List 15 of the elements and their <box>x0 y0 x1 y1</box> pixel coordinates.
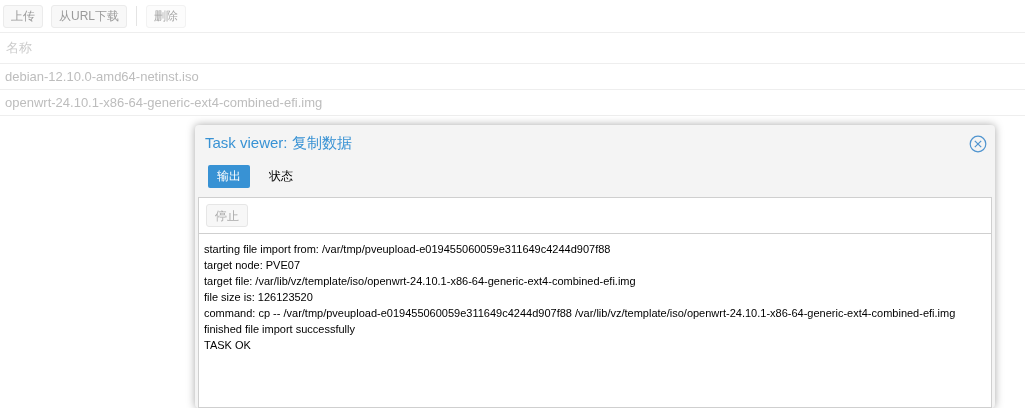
log-line: target node: PVE07 <box>204 258 300 273</box>
toolbar-button[interactable]: 从URL下载 <box>51 4 127 28</box>
tab[interactable]: 输出 <box>208 164 250 188</box>
file-name[interactable]: debian-12.10.0-amd64-netinst.iso <box>5 66 199 87</box>
dialog-title: Task viewer: 复制数据 <box>205 133 352 154</box>
file-name[interactable]: openwrt-24.10.1-x86-64-generic-ext4-combined-efi.img <box>5 92 323 113</box>
tab[interactable]: 状态 <box>260 164 302 188</box>
log-line: starting file import from: /var/tmp/pveupload-e019455060059e311649c4244d907f88 <box>204 242 611 257</box>
log-line: file size is: 126123520 <box>204 290 313 305</box>
toolbar-button[interactable]: 上传 <box>3 4 43 28</box>
log-line: command: cp -- /var/tmp/pveupload-e019455060059e311649c4244d907f88 /var/lib/vz/template/iso/openwrt-24.10.1-x86-64-generic-ext4-combined-efi.img <box>204 306 956 321</box>
log-line: finished file import successfully <box>204 322 355 337</box>
close-icon[interactable] <box>969 134 987 153</box>
log-line: target file: /var/lib/vz/template/iso/openwrt-24.10.1-x86-64-generic-ext4-combined-efi.img <box>204 274 636 289</box>
log-line: TASK OK <box>204 338 251 353</box>
